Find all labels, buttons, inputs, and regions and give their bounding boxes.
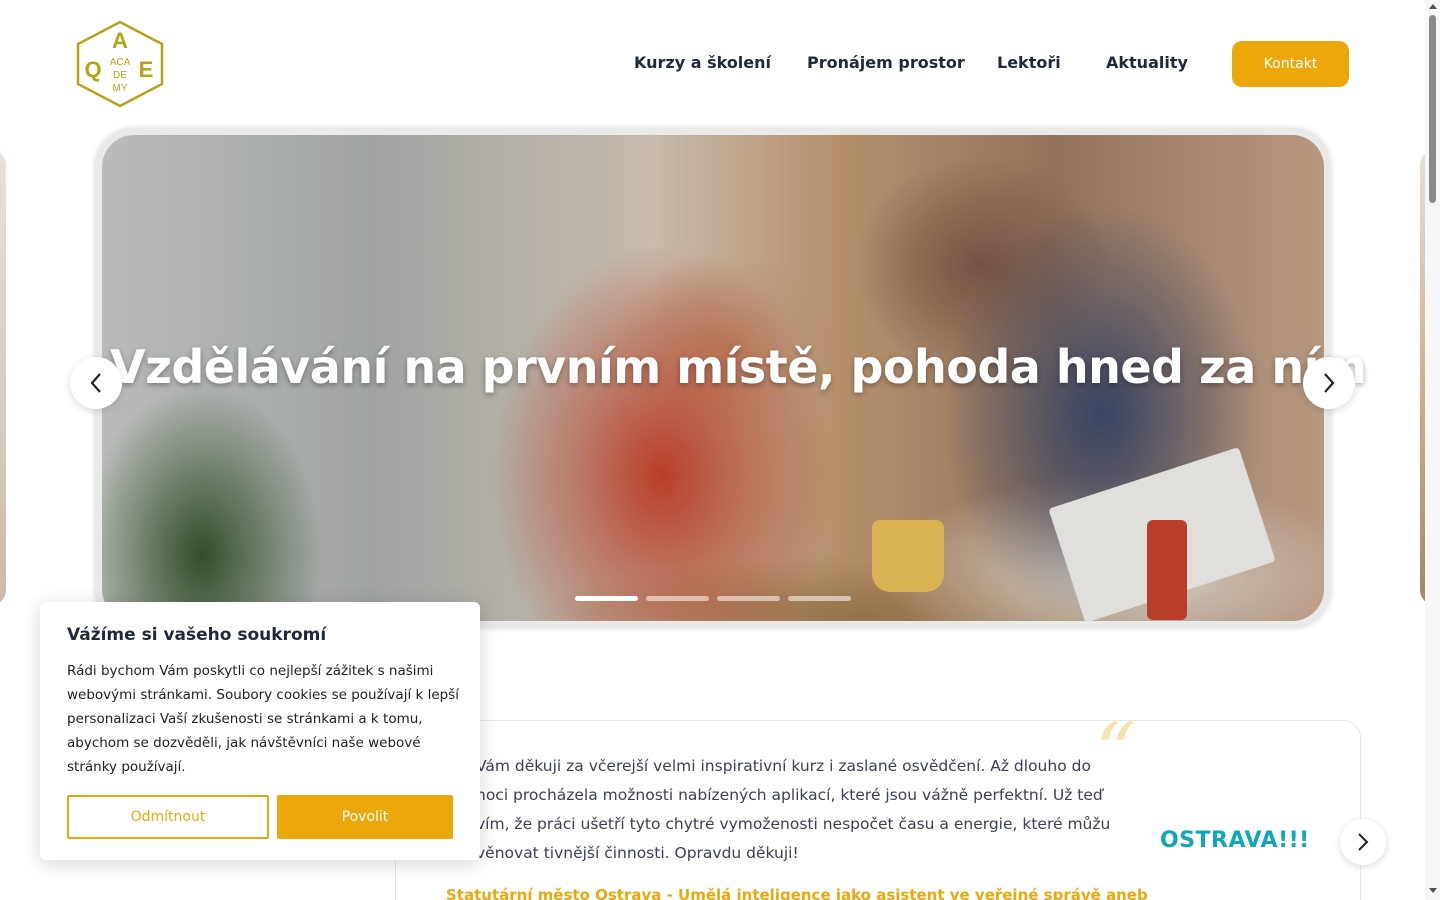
hero-prev-button[interactable]: [70, 357, 122, 409]
cookie-consent-banner: Vážíme si vašeho soukromí Rádi bychom Vá…: [40, 602, 480, 860]
hero-next-button[interactable]: [1303, 357, 1355, 409]
scrollbar-thumb[interactable]: [1429, 15, 1436, 203]
testimonial-next-button[interactable]: [1340, 819, 1386, 865]
client-logo-ostrava: OSTRAVA!!!: [1160, 828, 1310, 853]
cookie-text: Rádi bychom Vám poskytli co nejlepší záž…: [67, 663, 460, 775]
testimonial-text: Vám děkuji za včerejší velmi inspirativn…: [476, 757, 1111, 862]
contact-button[interactable]: Kontakt: [1232, 41, 1349, 87]
chevron-left-icon: [90, 373, 101, 393]
nav-link-aktuality[interactable]: Aktuality: [1106, 53, 1188, 72]
logo-line-3: MY: [113, 83, 128, 94]
hero-title: Vzdělávání na prvním místě, pohoda hned …: [110, 340, 1367, 394]
logo-letter-top: A: [112, 28, 128, 53]
cookie-accept-button[interactable]: Povolit: [277, 795, 453, 839]
hero-pagination-dot[interactable]: [788, 596, 851, 601]
hero-pagination-dot[interactable]: [646, 596, 709, 601]
qae-academy-logo[interactable]: A Q E ACA DE MY: [76, 20, 164, 108]
chevron-right-icon: [1358, 833, 1369, 851]
cookie-reject-button[interactable]: Odmítnout: [67, 795, 269, 839]
hero-pagination-dot[interactable]: [717, 596, 780, 601]
scroll-up-arrow-icon[interactable]: [1429, 4, 1437, 9]
nav-link-pronajem[interactable]: Pronájem prostor: [807, 53, 965, 72]
chevron-right-icon: [1324, 373, 1335, 393]
page-scrollbar[interactable]: [1425, 0, 1440, 900]
hero-pagination: [575, 596, 851, 601]
site-header: A Q E ACA DE MY Kurzy a školení Pronájem…: [0, 0, 1425, 128]
nav-link-kurzy[interactable]: Kurzy a školení: [634, 53, 771, 72]
logo-line-2: DE: [113, 70, 127, 81]
logo-line-1: ACA: [110, 57, 131, 68]
cookie-title: Vážíme si vašeho soukromí: [67, 625, 327, 645]
hero-pagination-dot[interactable]: [575, 596, 638, 601]
previous-slide-peek: [0, 150, 6, 605]
logo-letter-left: Q: [84, 57, 101, 82]
scroll-down-arrow-icon[interactable]: [1429, 888, 1437, 893]
testimonial-author: Statutární město Ostrava - Umělá intelig…: [446, 886, 1148, 900]
nav-link-lektori[interactable]: Lektoři: [997, 53, 1061, 72]
logo-letter-right: E: [139, 57, 154, 82]
